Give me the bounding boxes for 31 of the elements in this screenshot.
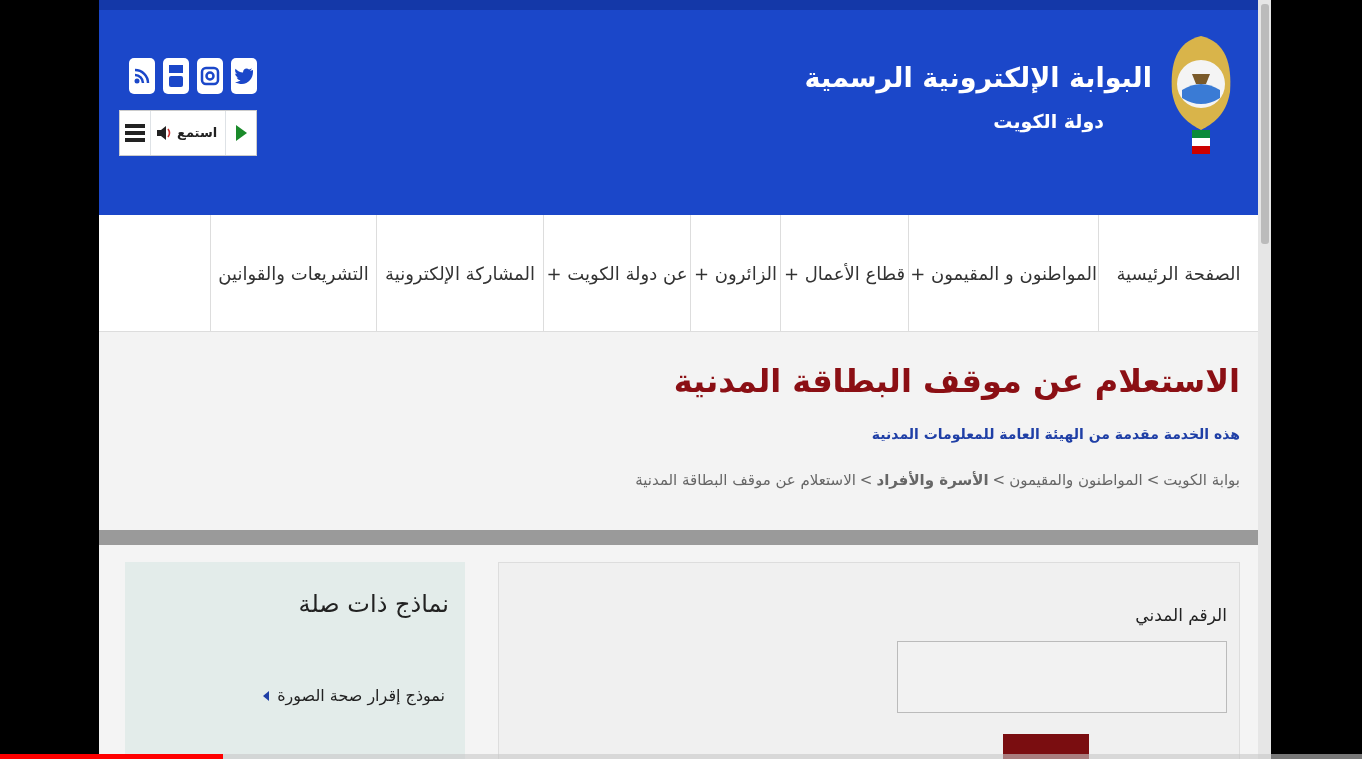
- nav-link[interactable]: التشريعات والقوانين: [210, 215, 376, 331]
- camera-icon[interactable]: [197, 58, 223, 94]
- nav-link[interactable]: عن دولة الكويت +: [543, 215, 690, 331]
- field-label: الرقم المدني: [1135, 604, 1227, 628]
- breadcrumb-separator: >: [859, 470, 873, 492]
- scrollbar-thumb[interactable]: [1261, 4, 1269, 244]
- breadcrumb-separator: >: [992, 470, 1006, 492]
- scrollbar[interactable]: [1258, 0, 1271, 759]
- breadcrumb-separator: >: [1146, 470, 1160, 492]
- nav-link[interactable]: قطاع الأعمال +: [780, 215, 908, 331]
- breadcrumb-link[interactable]: الاستعلام عن موقف البطاقة المدنية: [635, 469, 856, 492]
- menu-icon[interactable]: [124, 122, 146, 144]
- breadcrumb-link[interactable]: المواطنون والمقيمون: [1009, 469, 1143, 492]
- page-title: الاستعلام عن موقف البطاقة المدنية: [672, 362, 1240, 401]
- video-progress-bar[interactable]: [0, 754, 1362, 759]
- rss-icon[interactable]: [129, 58, 155, 94]
- bird-icon[interactable]: [231, 58, 257, 94]
- play-icon[interactable]: [234, 124, 248, 142]
- breadcrumb-link[interactable]: بوابة الكويت: [1163, 469, 1240, 492]
- civil-id-field[interactable]: [897, 641, 1227, 713]
- nav-link[interactable]: المواطنون و المقيمون +: [908, 215, 1098, 331]
- site-title: البوابة الإلكترونية الرسمية: [804, 61, 1152, 96]
- site-subtitle: دولة الكويت: [992, 108, 1104, 135]
- speaker-icon: [155, 124, 173, 142]
- service-provider-text: هذه الخدمة مقدمة من الهيئة العامة للمعلومات المدنية: [870, 425, 1240, 445]
- nav-link[interactable]: المشاركة الإلكترونية: [376, 215, 543, 331]
- sidebar-title: نماذج ذات صلة: [298, 589, 449, 620]
- bullet-icon: [263, 691, 270, 701]
- related-form-link[interactable]: نموذج إقرار صحة الصورة: [277, 684, 445, 708]
- breadcrumb-link[interactable]: الأسرة والأفراد: [876, 469, 989, 492]
- nav-link[interactable]: الزائرون +: [690, 215, 780, 331]
